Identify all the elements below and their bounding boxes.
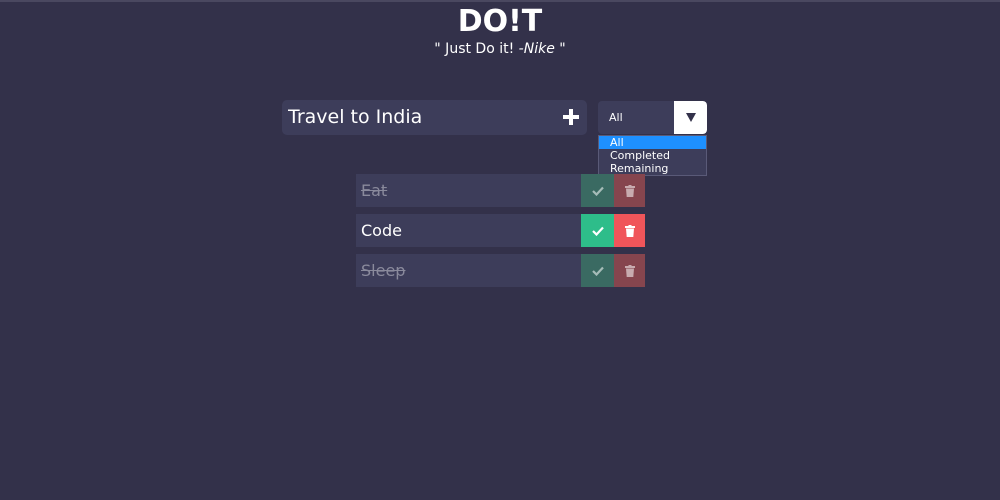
- check-icon: [591, 266, 604, 276]
- tagline-author: -Nike: [518, 41, 555, 57]
- filter-option-completed[interactable]: Completed: [599, 149, 706, 162]
- tagline-text: " Just Do it!: [434, 41, 519, 57]
- todo-item: Code: [356, 214, 645, 247]
- todo-text: Eat: [356, 174, 581, 207]
- check-icon: [591, 186, 604, 196]
- top-border: [0, 0, 1000, 2]
- trash-icon: [624, 264, 635, 277]
- filter-dropdown-menu: All Completed Remaining: [598, 135, 707, 176]
- filter-select[interactable]: All: [598, 101, 707, 134]
- todo-list: Eat Code Sleep: [356, 174, 645, 294]
- app-logo: DO!T: [457, 4, 543, 39]
- new-todo-form: [282, 100, 587, 135]
- delete-button[interactable]: [614, 214, 645, 247]
- todo-text: Sleep: [356, 254, 581, 287]
- new-todo-input[interactable]: [288, 100, 548, 135]
- tagline-close: ": [554, 41, 566, 57]
- todo-text: Code: [356, 214, 581, 247]
- trash-icon: [624, 184, 635, 197]
- triangle-down-icon: [686, 113, 696, 122]
- todo-item: Eat: [356, 174, 645, 207]
- filter-dropdown-button[interactable]: [674, 101, 707, 134]
- filter-selected-value: All: [609, 111, 623, 124]
- delete-button[interactable]: [614, 254, 645, 287]
- complete-button[interactable]: [581, 254, 614, 287]
- trash-icon: [624, 224, 635, 237]
- delete-button[interactable]: [614, 174, 645, 207]
- add-todo-button[interactable]: [558, 104, 584, 130]
- check-icon: [591, 226, 604, 236]
- filter-option-all[interactable]: All: [599, 136, 706, 149]
- complete-button[interactable]: [581, 214, 614, 247]
- todo-item: Sleep: [356, 254, 645, 287]
- tagline: " Just Do it! -Nike ": [0, 40, 1000, 58]
- complete-button[interactable]: [581, 174, 614, 207]
- plus-icon: [563, 109, 579, 125]
